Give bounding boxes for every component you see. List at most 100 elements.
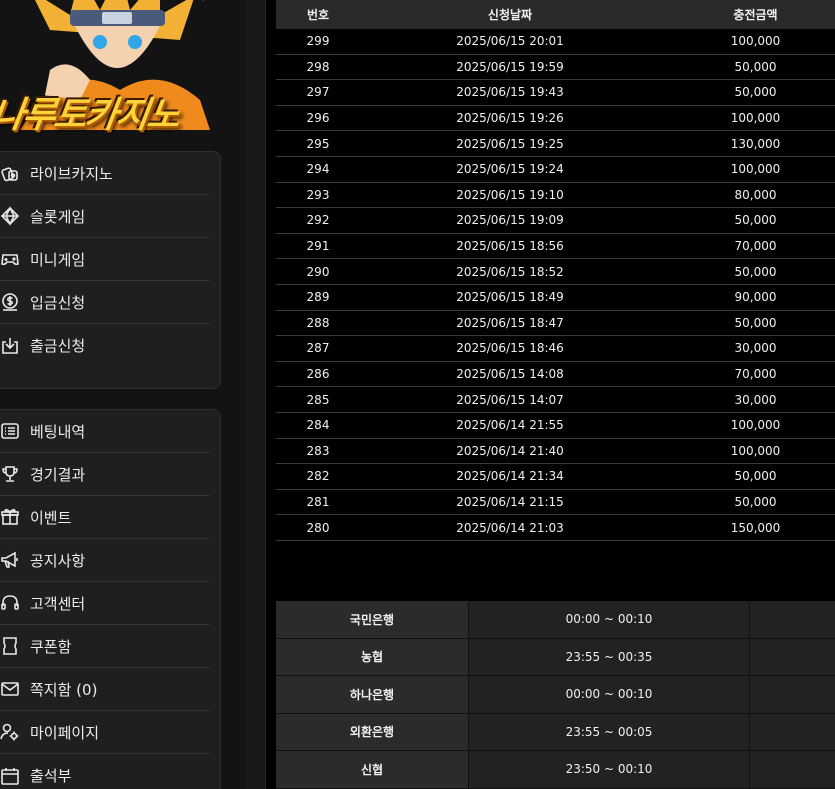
menu-label: 경기결과 [30, 465, 86, 484]
table-row[interactable]: 285 2025/06/15 14:07 30,000 [276, 387, 835, 413]
table-row[interactable]: 298 2025/06/15 19:59 50,000 [276, 55, 835, 81]
table-row[interactable]: 284 2025/06/14 21:55 100,000 [276, 413, 835, 439]
cell-number: 286 [306, 367, 330, 382]
cell-amount: 50,000 [734, 213, 777, 228]
table-row[interactable]: 296 2025/06/15 19:26 100,000 [276, 106, 835, 132]
dollar-coin-icon [0, 291, 21, 313]
coupon-icon [0, 635, 21, 657]
bank-name: 하나은행 [276, 676, 469, 713]
cell-amount: 100,000 [730, 418, 781, 433]
menu-item-messages[interactable]: 쪽지함 (0) [0, 668, 210, 711]
cell-date: 2025/06/14 21:15 [456, 494, 564, 509]
cell-amount: 130,000 [730, 136, 781, 151]
sub-menu: 베팅내역 경기결과 이벤트 공지사항 고객센터 쿠폰함 쪽지함 (0) 마이페이… [0, 409, 221, 789]
menu-item-slot-game[interactable]: 슬롯게임 [0, 195, 210, 238]
menu-item-deposit[interactable]: 입금신청 [0, 281, 210, 324]
cell-amount: 50,000 [734, 85, 777, 100]
cell-date: 2025/06/15 19:59 [456, 59, 564, 74]
table-row[interactable]: 280 2025/06/14 21:03 150,000 [276, 515, 835, 541]
menu-label: 미니게임 [30, 250, 86, 269]
table-row[interactable]: 292 2025/06/15 19:09 50,000 [276, 208, 835, 234]
table-row[interactable]: 287 2025/06/15 18:46 30,000 [276, 336, 835, 362]
table-row[interactable]: 297 2025/06/15 19:43 50,000 [276, 80, 835, 106]
menu-item-betting-history[interactable]: 베팅내역 [0, 410, 210, 453]
cell-amount: 50,000 [734, 264, 777, 279]
cell-amount: 90,000 [734, 290, 777, 305]
table-row[interactable]: 293 2025/06/15 19:10 80,000 [276, 183, 835, 209]
bank-row: 신협 23:50 ~ 00:10 [276, 751, 835, 789]
menu-item-customer-center[interactable]: 고객센터 [0, 582, 210, 625]
gift-icon [0, 506, 21, 528]
table-row[interactable]: 281 2025/06/14 21:15 50,000 [276, 490, 835, 516]
live-casino-icon [0, 162, 21, 184]
menu-item-live-casino[interactable]: 라이브카지노 [0, 152, 210, 195]
menu-item-mypage[interactable]: 마이페이지 [0, 711, 210, 754]
cell-date: 2025/06/15 19:25 [456, 136, 564, 151]
menu-label: 고객센터 [30, 594, 86, 613]
menu-label: 마이페이지 [30, 723, 100, 742]
list-icon [0, 420, 21, 442]
cell-date: 2025/06/15 19:26 [456, 111, 564, 126]
cell-number: 281 [306, 494, 330, 509]
table-row[interactable]: 291 2025/06/15 18:56 70,000 [276, 234, 835, 260]
menu-item-notice[interactable]: 공지사항 [0, 539, 210, 582]
bank-time: 23:55 ~ 00:35 [469, 638, 750, 675]
menu-item-event[interactable]: 이벤트 [0, 496, 210, 539]
table-row[interactable]: 286 2025/06/15 14:08 70,000 [276, 362, 835, 388]
user-gear-icon [0, 721, 21, 743]
bank-name: 신협 [276, 751, 469, 788]
menu-item-withdraw[interactable]: 출금신청 [0, 324, 210, 367]
cell-number: 289 [306, 290, 330, 305]
bank-name: 외환은행 [276, 713, 469, 750]
cell-date: 2025/06/15 19:10 [456, 187, 564, 202]
cell-amount: 30,000 [734, 341, 777, 356]
site-logo[interactable]: 나루토카지노 [0, 0, 230, 140]
table-row[interactable]: 290 2025/06/15 18:52 50,000 [276, 259, 835, 285]
cell-number: 280 [306, 520, 330, 535]
header-amount: 충전금액 [733, 8, 778, 22]
table-row[interactable]: 299 2025/06/15 20:01 100,000 [276, 29, 835, 55]
table-header: 번호 신청날짜 충전금액 [276, 0, 835, 29]
table-row[interactable]: 294 2025/06/15 19:24 100,000 [276, 157, 835, 183]
sidebar: 나루토카지노 라이브카지노 슬롯게임 미니게임 입금신청 출금신청 베팅내역 경… [0, 0, 245, 789]
cell-date: 2025/06/15 19:43 [456, 85, 564, 100]
cell-number: 296 [306, 111, 330, 126]
cell-amount: 100,000 [730, 162, 781, 177]
menu-item-mini-game[interactable]: 미니게임 [0, 238, 210, 281]
cell-date: 2025/06/15 14:08 [456, 367, 564, 382]
table-row[interactable]: 283 2025/06/14 21:40 100,000 [276, 439, 835, 465]
bank-row: 하나은행 00:00 ~ 00:10 [276, 676, 835, 714]
bank-name: 농협 [276, 638, 469, 675]
menu-label: 이벤트 [30, 508, 72, 527]
bank-row: 외환은행 23:55 ~ 00:05 [276, 713, 835, 751]
download-tray-icon [0, 335, 21, 357]
cell-number: 298 [306, 59, 330, 74]
table-row[interactable]: 282 2025/06/14 21:34 50,000 [276, 464, 835, 490]
bank-time: 00:00 ~ 00:10 [469, 676, 750, 713]
cell-date: 2025/06/14 21:40 [456, 443, 564, 458]
cell-amount: 100,000 [730, 34, 781, 49]
headset-icon [0, 592, 21, 614]
megaphone-icon [0, 549, 21, 571]
menu-label: 출금신청 [30, 337, 86, 355]
cell-amount: 100,000 [730, 111, 781, 126]
logo-text: 나루토카지노 [0, 95, 182, 136]
cell-number: 294 [306, 162, 330, 177]
header-number: 번호 [306, 8, 330, 22]
menu-item-coupon[interactable]: 쿠폰함 [0, 625, 210, 668]
table-row[interactable]: 289 2025/06/15 18:49 90,000 [276, 285, 835, 311]
menu-label: 슬롯게임 [30, 207, 86, 226]
bank-row: 국민은행 00:00 ~ 00:10 [276, 601, 835, 639]
table-row[interactable]: 295 2025/06/15 19:25 130,000 [276, 131, 835, 157]
cell-amount: 150,000 [730, 520, 781, 535]
menu-item-attendance[interactable]: 출석부 [0, 754, 210, 789]
main-content: 번호 신청날짜 충전금액 299 2025/06/15 20:01 100,000 … [266, 0, 835, 789]
table-row[interactable]: 288 2025/06/15 18:47 50,000 [276, 311, 835, 337]
cell-number: 299 [306, 34, 330, 49]
trophy-icon [0, 463, 21, 485]
menu-item-match-results[interactable]: 경기결과 [0, 453, 210, 496]
cell-date: 2025/06/14 21:55 [456, 418, 564, 433]
gamepad-icon [0, 248, 21, 270]
mail-icon [0, 678, 21, 700]
cell-date: 2025/06/15 20:01 [456, 34, 564, 49]
